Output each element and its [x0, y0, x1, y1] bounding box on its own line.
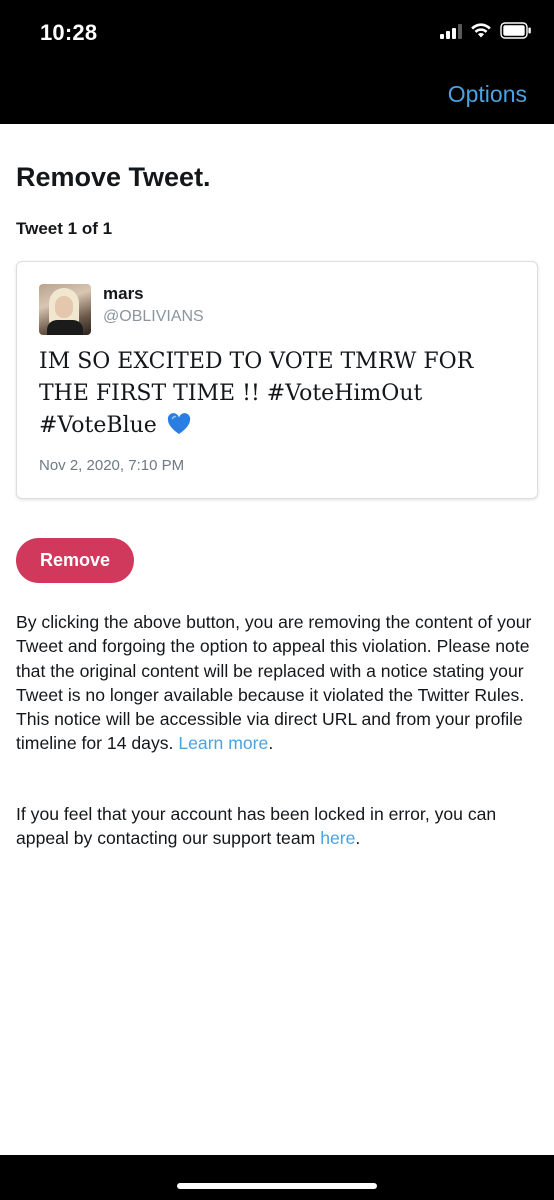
cellular-signal-icon — [440, 23, 462, 39]
author-handle: @OBLIVIANS — [103, 308, 204, 325]
status-icons — [440, 22, 532, 39]
status-time: 10:28 — [40, 20, 98, 45]
author-name: mars — [103, 284, 144, 303]
learn-more-link[interactable]: Learn more — [178, 733, 268, 753]
bottom-bar — [0, 1155, 554, 1200]
removal-notice-text: By clicking the above button, you are re… — [16, 612, 532, 754]
blue-heart-icon — [167, 413, 190, 434]
battery-icon — [500, 22, 531, 39]
removal-notice-end: . — [268, 733, 274, 754]
appeal-notice: If you feel that your account has been l… — [16, 802, 538, 851]
removal-notice: By clicking the above button, you are re… — [16, 610, 538, 756]
support-here-link[interactable]: here — [320, 828, 355, 848]
wifi-icon — [471, 23, 491, 38]
tweet-card: mars @OBLIVIANS IM SO EXCITED TO VOTE TM… — [16, 261, 538, 499]
tweet-body: IM SO EXCITED TO VOTE TMRW FOR THE FIRST… — [39, 349, 474, 438]
home-indicator[interactable] — [177, 1183, 377, 1189]
tweet-date: Nov 2, 2020, 7:10 PM — [39, 457, 185, 474]
page-title: Remove Tweet. — [16, 162, 211, 192]
tweet-count: Tweet 1 of 1 — [16, 219, 113, 238]
tweet-text: IM SO EXCITED TO VOTE TMRW FOR THE FIRST… — [39, 346, 519, 442]
options-button[interactable]: Options — [448, 81, 527, 108]
appeal-notice-text: If you feel that your account has been l… — [16, 804, 497, 849]
remove-button[interactable]: Remove — [16, 538, 134, 583]
avatar[interactable] — [39, 284, 91, 335]
appeal-notice-end: . — [355, 828, 361, 849]
top-bar: 10:28 Options — [0, 0, 554, 124]
